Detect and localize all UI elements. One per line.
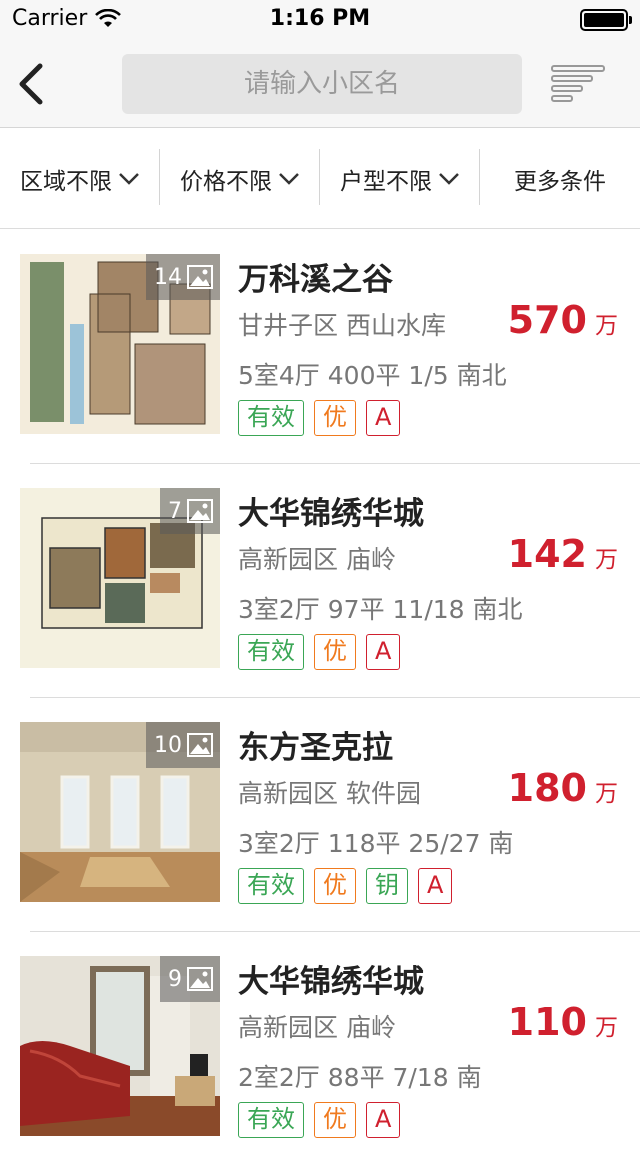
photo-count: 14 xyxy=(154,264,182,290)
price-unit: 万 xyxy=(595,313,618,339)
price-value: 180 xyxy=(507,766,587,810)
list-menu-icon[interactable] xyxy=(550,64,606,104)
photo-count: 10 xyxy=(154,732,182,758)
listing-item[interactable]: 7 大华锦绣华城 高新园区 庙岭 142 万 3室2厅 97平 11/18 南北… xyxy=(0,464,640,698)
tag-valid: 有效 xyxy=(238,634,304,670)
listing-title: 大华锦绣华城 xyxy=(238,964,424,1000)
listing-price: 142 万 xyxy=(508,532,618,576)
listing-tags: 有效 优 A xyxy=(238,1102,410,1138)
filter-price[interactable]: 价格不限 xyxy=(160,129,320,229)
listing-thumbnail: 9 xyxy=(20,956,220,1136)
chevron-down-icon xyxy=(279,173,299,185)
listing-item[interactable]: 10 东方圣克拉 高新园区 软件园 180 万 3室2厅 118平 25/27 … xyxy=(0,698,640,932)
status-time: 1:16 PM xyxy=(269,6,371,31)
price-value: 570 xyxy=(507,298,587,342)
listing-price: 180 万 xyxy=(508,766,618,810)
listing-item[interactable]: 14 万科溪之谷 甘井子区 西山水库 570 万 5室4厅 400平 1/5 南… xyxy=(0,230,640,464)
filter-more[interactable]: 更多条件 xyxy=(480,129,640,229)
tag-grade: A xyxy=(418,868,453,904)
listing-title: 万科溪之谷 xyxy=(238,262,393,298)
filter-area-label: 区域不限 xyxy=(20,169,112,195)
price-unit: 万 xyxy=(595,1015,618,1041)
photo-count: 7 xyxy=(168,498,182,524)
listing-tags: 有效 优 A xyxy=(238,634,410,670)
image-icon xyxy=(187,733,213,757)
listing-item[interactable]: 9 大华锦绣华城 高新园区 庙岭 110 万 2室2厅 88平 7/18 南 有… xyxy=(0,932,640,1166)
filter-layout[interactable]: 户型不限 xyxy=(320,129,480,229)
filter-bar: 区域不限 价格不限 户型不限 更多条件 xyxy=(0,129,640,229)
search-input[interactable]: 请输入小区名 xyxy=(122,54,522,114)
listing-title: 大华锦绣华城 xyxy=(238,496,424,532)
tag-premium: 优 xyxy=(314,634,356,670)
filter-price-label: 价格不限 xyxy=(180,169,272,195)
price-value: 142 xyxy=(507,532,587,576)
image-icon xyxy=(187,265,213,289)
listing-price: 570 万 xyxy=(508,298,618,342)
price-value: 110 xyxy=(507,1000,587,1044)
listing-location: 高新园区 庙岭 xyxy=(238,1013,396,1042)
tag-valid: 有效 xyxy=(238,868,304,904)
price-unit: 万 xyxy=(595,547,618,573)
listing-location: 高新园区 软件园 xyxy=(238,779,421,808)
tag-valid: 有效 xyxy=(238,1102,304,1138)
chevron-down-icon xyxy=(119,173,139,185)
tag-premium: 优 xyxy=(314,400,356,436)
listing-list: 14 万科溪之谷 甘井子区 西山水库 570 万 5室4厅 400平 1/5 南… xyxy=(0,230,640,1166)
tag-premium: 优 xyxy=(314,1102,356,1138)
tag-key: 钥 xyxy=(366,868,408,904)
status-bar: Carrier 1:16 PM xyxy=(0,0,640,40)
photo-count-badge: 7 xyxy=(160,488,220,534)
listing-price: 110 万 xyxy=(508,1000,618,1044)
listing-thumbnail: 10 xyxy=(20,722,220,902)
tag-grade: A xyxy=(366,1102,401,1138)
image-icon xyxy=(187,499,213,523)
listing-specs: 5室4厅 400平 1/5 南北 xyxy=(238,361,507,390)
filter-layout-label: 户型不限 xyxy=(340,169,432,195)
filter-more-label: 更多条件 xyxy=(514,169,606,195)
photo-count-badge: 9 xyxy=(160,956,220,1002)
listing-specs: 3室2厅 97平 11/18 南北 xyxy=(238,595,523,624)
back-icon[interactable] xyxy=(10,60,54,108)
chevron-down-icon xyxy=(439,173,459,185)
listing-tags: 有效 优 A xyxy=(238,400,410,436)
tag-premium: 优 xyxy=(314,868,356,904)
tag-grade: A xyxy=(366,400,401,436)
photo-count-badge: 10 xyxy=(146,722,220,768)
photo-count: 9 xyxy=(168,966,182,992)
nav-bar: 请输入小区名 xyxy=(0,40,640,128)
listing-thumbnail: 7 xyxy=(20,488,220,668)
listing-location: 高新园区 庙岭 xyxy=(238,545,396,574)
image-icon xyxy=(187,967,213,991)
listing-location: 甘井子区 西山水库 xyxy=(238,311,446,340)
listing-title: 东方圣克拉 xyxy=(238,730,393,766)
listing-specs: 2室2厅 88平 7/18 南 xyxy=(238,1063,482,1092)
listing-tags: 有效 优 钥 A xyxy=(238,868,462,904)
listing-thumbnail: 14 xyxy=(20,254,220,434)
battery-icon xyxy=(580,9,632,31)
price-unit: 万 xyxy=(595,781,618,807)
listing-specs: 3室2厅 118平 25/27 南 xyxy=(238,829,514,858)
filter-area[interactable]: 区域不限 xyxy=(0,129,160,229)
photo-count-badge: 14 xyxy=(146,254,220,300)
tag-valid: 有效 xyxy=(238,400,304,436)
tag-grade: A xyxy=(366,634,401,670)
